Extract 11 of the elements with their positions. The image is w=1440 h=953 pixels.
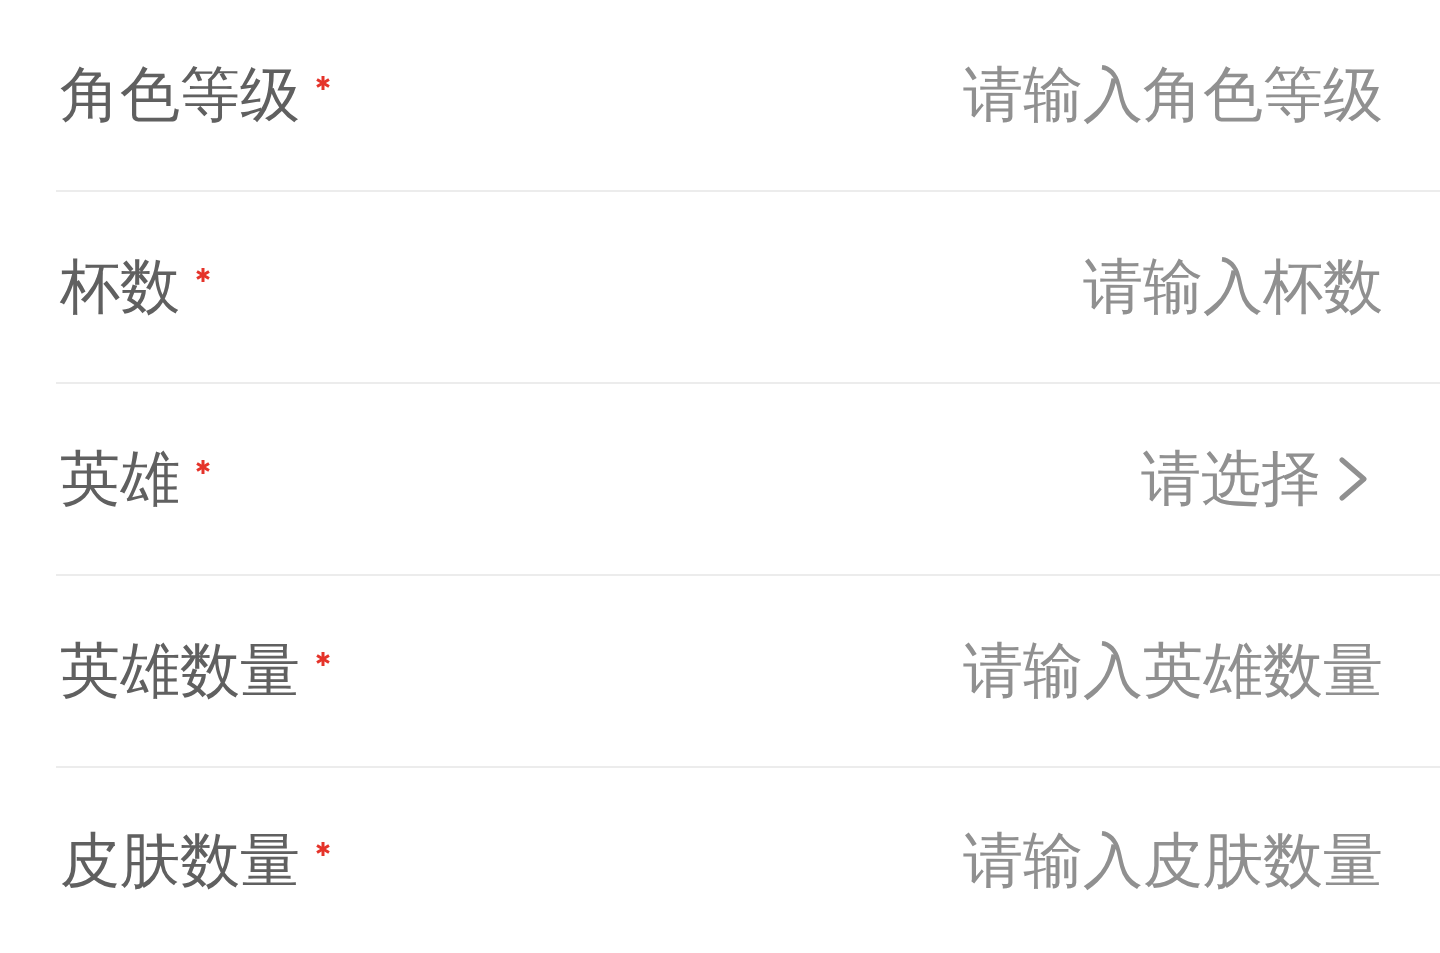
field-label: 角色等级 [60, 65, 300, 125]
field-label: 英雄 [60, 449, 180, 509]
input-field[interactable]: 请输入杯数 [251, 251, 1383, 323]
input-field[interactable]: 请输入皮肤数量 [371, 824, 1383, 897]
field-label: 杯数 [60, 257, 180, 317]
input-field[interactable]: 请输入英雄数量 [371, 635, 1383, 707]
chevron-right-icon [1339, 457, 1367, 501]
field-label: 皮肤数量 [60, 830, 300, 891]
select-field[interactable]: 请选择 [1141, 443, 1367, 515]
field-label: 英雄数量 [60, 641, 300, 701]
input-field[interactable]: 请输入角色等级 [371, 59, 1383, 131]
